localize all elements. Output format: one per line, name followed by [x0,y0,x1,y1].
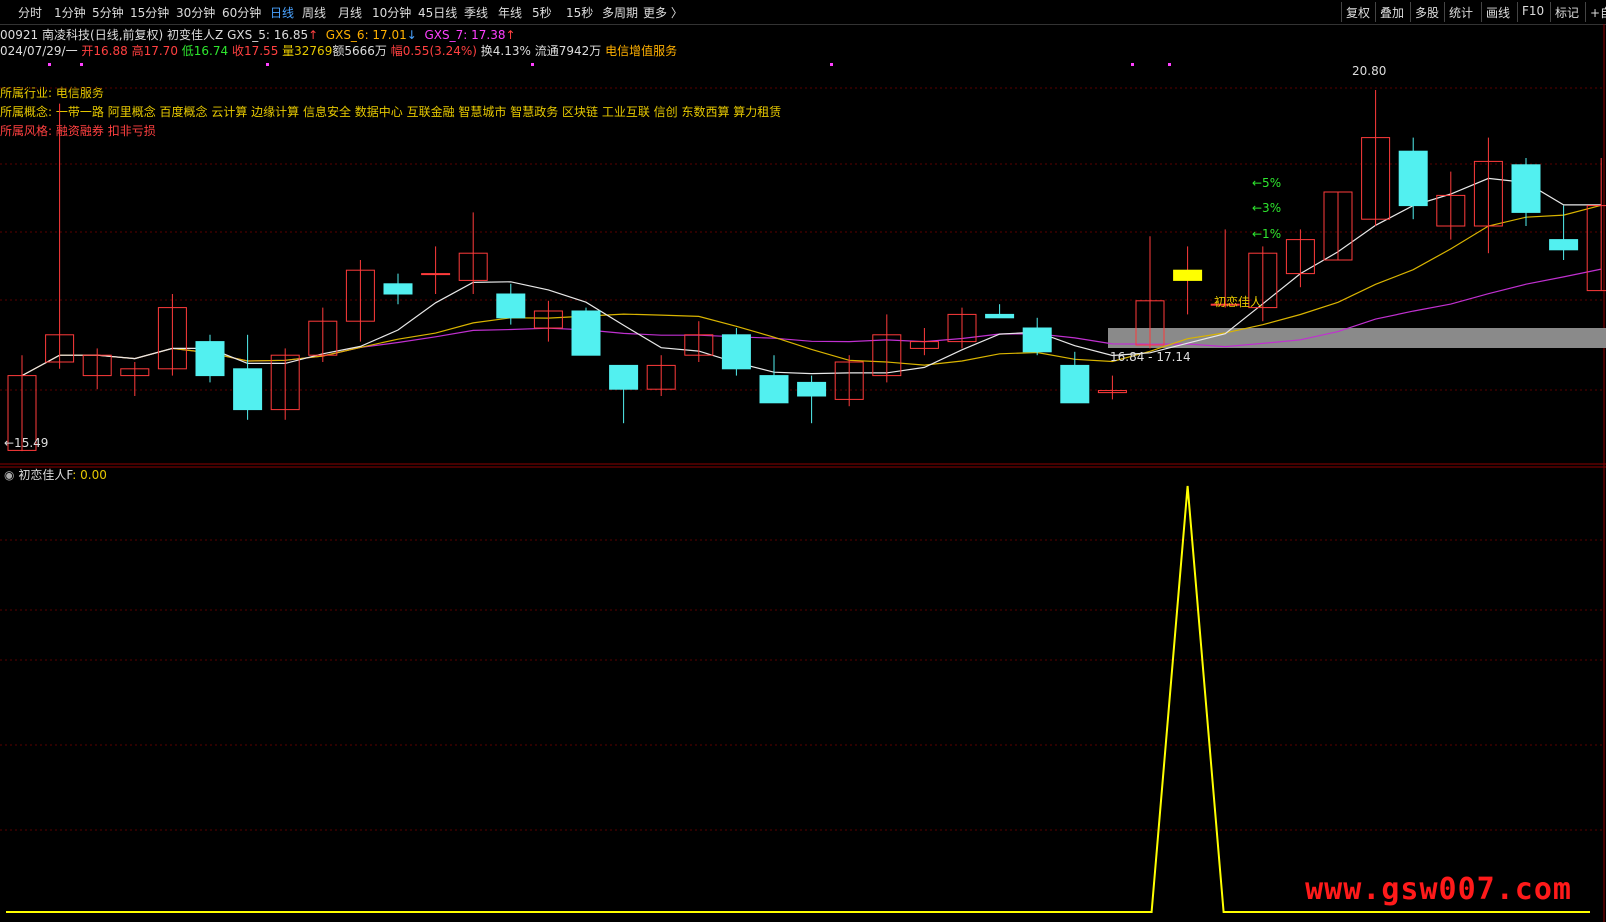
marker-dot-5 [1131,63,1134,66]
watermark: www.gsw007.com [1305,872,1572,907]
kline-chart[interactable] [0,0,1606,922]
candle-body-10 [383,283,413,295]
candle-body-28 [1060,364,1090,404]
ma10-line [21,204,1602,377]
candle-body-31 [1173,269,1203,281]
candle-body-11 [421,273,451,276]
candle-body-27 [1022,327,1052,353]
sub-panel-value: : 0.00 [72,468,107,482]
signal-label: 初恋佳人 [1214,295,1263,309]
candle-body-6 [233,368,263,411]
marker-dot-3 [531,63,534,66]
pct5-marker: ←5% [1252,176,1282,190]
candle-body-16 [609,364,639,390]
sub-panel-label: ◉ 初恋佳人F: 0.00 [4,466,107,483]
candle-body-5 [195,341,225,377]
sub-panel-dot-icon: ◉ [4,468,15,482]
pct1-marker: ←1% [1252,227,1282,241]
candle-body-13 [496,293,526,319]
signal-line [6,485,1590,913]
candle-body-20 [759,375,789,404]
candle-body-41 [1549,239,1579,251]
ma20-line [21,268,1602,377]
marker-dot-0 [48,63,51,66]
candle-body-19 [721,334,751,370]
candle-body-42 [1586,205,1606,292]
high-price-marker: 20.80 [1352,64,1387,78]
marker-dot-4 [830,63,833,66]
marker-dot-6 [1168,63,1171,66]
candle-body-40 [1511,164,1541,213]
low-price-marker: ←15.49 [4,436,49,450]
sub-panel-name: 初恋佳人F [18,468,73,482]
candle-body-26 [985,313,1015,319]
candle-body-21 [797,381,827,397]
marker-dot-1 [80,63,83,66]
marker-dot-2 [266,63,269,66]
candle-body-37 [1398,150,1428,207]
pct3-marker: ←3% [1252,201,1282,215]
candle-body-15 [571,310,601,356]
range-label: 16.84 - 17.14 [1110,350,1191,364]
